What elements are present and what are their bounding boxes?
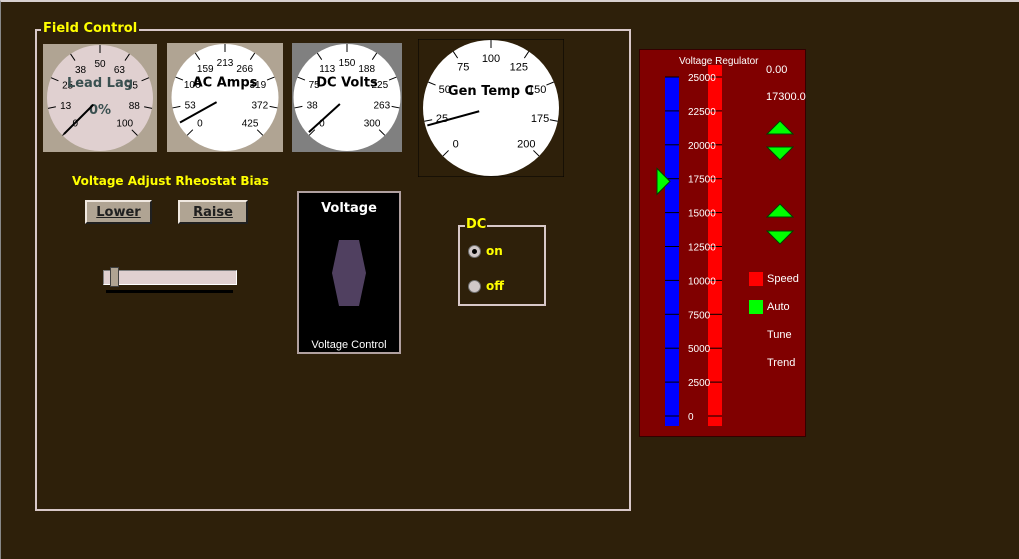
gauge-tick-label: 38 [307, 100, 319, 111]
field-control-screen: Field Control 0 13 25 38 50 63 75 88 100 Lead Lag… [0, 0, 1019, 559]
gauge-tick-label: 300 [364, 119, 381, 130]
setpoint-up-arrow-icon[interactable] [766, 120, 794, 136]
slider-thumb[interactable] [110, 267, 120, 287]
dc-on-label: on [486, 244, 503, 258]
dc-group [458, 225, 546, 306]
scale-label: 7500 [688, 310, 711, 321]
trend-label[interactable]: Trend [767, 357, 795, 369]
gauge-title: AC Amps [193, 76, 258, 91]
scale-label: 15000 [688, 209, 716, 220]
speed-indicator[interactable] [749, 272, 763, 286]
scale-label: 2500 [688, 378, 711, 389]
gauge-title: DC Volts [316, 76, 378, 91]
lower-button[interactable]: Lower [85, 200, 152, 224]
regulator-blue-bar [665, 77, 679, 426]
gauge-tick-label: 53 [185, 100, 197, 111]
gauge-title: Gen Temp C [448, 84, 534, 99]
scale-label: 20000 [688, 141, 716, 152]
gauge-tick-label: 88 [129, 101, 141, 112]
gauge-tick-label: 372 [251, 100, 268, 111]
auto-label[interactable]: Auto [767, 301, 790, 313]
gauge-tick-label: 38 [75, 65, 87, 76]
gauge-tick-label: 159 [197, 64, 214, 75]
gauge-tick-label: 0 [197, 119, 203, 130]
speed-label[interactable]: Speed [767, 273, 799, 285]
gauge-tick-label: 175 [531, 113, 549, 125]
scale-label: 5000 [688, 344, 711, 355]
rheostat-title: Voltage Adjust Rheostat Bias [72, 174, 269, 188]
gauge-tick-label: 188 [358, 64, 375, 75]
gauge-tick-label: 75 [457, 61, 469, 73]
scale-label: 25000 [688, 73, 716, 84]
gauge-tick-label: 200 [517, 138, 535, 150]
gauge-tick-label: 63 [114, 65, 126, 76]
voltage-control-title: Voltage [321, 201, 377, 216]
gauge-tick-label: 100 [482, 53, 500, 65]
dc-volts-gauge: 03875113150188225263300DC Volts [292, 43, 402, 152]
scale-label: 10000 [688, 276, 716, 287]
gauge-tick-label: 50 [94, 59, 106, 70]
voltage-control-panel[interactable]: Voltage Voltage Control [297, 191, 401, 354]
dc-off-radio[interactable] [468, 280, 481, 293]
ac-amps-gauge: 053106159213266319372425AC Amps [167, 43, 283, 152]
raise-button[interactable]: Raise [178, 200, 248, 224]
gauge-tick-label: 113 [319, 64, 335, 75]
scale-label: 22500 [688, 107, 716, 118]
dc-on-radio[interactable] [468, 245, 481, 258]
output-down-arrow-icon[interactable] [766, 230, 794, 246]
setpoint-down-arrow-icon[interactable] [766, 146, 794, 162]
scale-label: 0 [688, 412, 694, 423]
gauge-tick-label: 150 [339, 58, 356, 69]
gauge-tick-label: 0 [453, 138, 459, 150]
gauge-title: Lead Lag [67, 76, 133, 91]
scale-label: 12500 [688, 243, 716, 254]
gauge-tick-label: 213 [217, 58, 234, 69]
gauge-tick-label: 100 [116, 119, 133, 130]
voltage-switch-icon[interactable] [332, 240, 366, 306]
gen-temp-gauge: 0255075100125150175200Gen Temp C [418, 39, 564, 177]
scale-label: 17500 [688, 175, 716, 186]
dc-title: DC [465, 217, 488, 232]
voltage-control-caption: Voltage Control [311, 339, 387, 351]
gauge-tick-label: 125 [510, 61, 528, 73]
rheostat-slider[interactable] [103, 270, 237, 285]
voltage-regulator-panel: Voltage Regulator 0.00 17300.0 25000 2250… [639, 49, 806, 437]
tune-label[interactable]: Tune [767, 329, 792, 341]
auto-indicator[interactable] [749, 300, 763, 314]
output-up-arrow-icon[interactable] [766, 203, 794, 219]
gauge-tick-label: 263 [373, 100, 390, 111]
gauge-tick-label: 266 [236, 64, 253, 75]
slider-baseline [106, 290, 233, 293]
dc-off-label: off [486, 279, 504, 293]
lead-lag-gauge: 013253850637588100Lead Lag0% [43, 44, 157, 152]
gauge-tick-label: 425 [242, 119, 259, 130]
gauge-tick-label: 13 [60, 101, 72, 112]
field-control-title: Field Control [41, 21, 140, 36]
